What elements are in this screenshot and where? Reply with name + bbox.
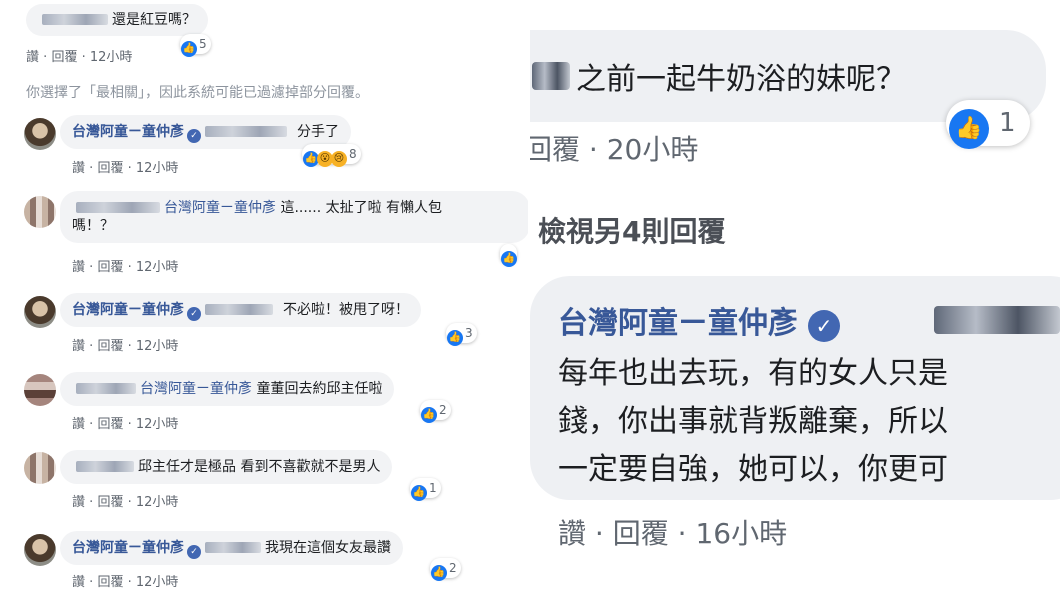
commenter-name[interactable]: 台灣阿童ㄧ童仲彥: [72, 540, 184, 556]
comment-text: 這...... 太扯了啦 有懶人包: [280, 200, 443, 216]
like-link[interactable]: 讚: [558, 517, 586, 550]
comment-bubble: 還是紅豆嗎？: [26, 4, 208, 36]
mention-link[interactable]: 台灣阿童ㄧ童仲彥: [140, 381, 252, 397]
reply-link[interactable]: 回覆: [97, 575, 123, 590]
comment-actions: 讚 · 回覆 · 12小時: [72, 417, 179, 432]
timestamp[interactable]: 12小時: [136, 161, 179, 176]
avatar[interactable]: [24, 296, 56, 328]
timestamp[interactable]: 12小時: [136, 339, 179, 354]
reply-link[interactable]: 回覆: [97, 260, 123, 275]
comment-bubble: 台灣阿童ㄧ童仲彥 ✓ 我現在這個女友最讚: [60, 531, 403, 565]
comment-thread-left: 還是紅豆嗎？ 👍 5 讚 · 回覆 · 12小時 你選擇了「最相關」，因此系統可能…: [0, 0, 530, 596]
like-link[interactable]: 讚: [72, 575, 85, 590]
reply-link[interactable]: 回覆: [97, 161, 123, 176]
verified-badge-icon: ✓: [187, 307, 201, 321]
comment-actions: 回覆 · 20小時: [530, 128, 698, 168]
comment-actions: 讚 · 回覆 · 12小時: [72, 495, 179, 510]
thumbs-up-icon: 👍: [181, 41, 197, 57]
comment-actions: 讚 · 回覆 · 12小時: [72, 260, 179, 275]
reaction-count[interactable]: 👍 3: [446, 323, 477, 346]
commenter-name[interactable]: 台灣阿童ㄧ童仲彥: [72, 302, 184, 318]
comment-text: 童董回去約邱主任啦: [256, 381, 383, 397]
comment-text: 每年也出去玩，有的女人只是: [558, 356, 948, 391]
comment-text: 嗎！？: [72, 218, 114, 234]
thumbs-up-icon: 👍: [431, 565, 447, 581]
reply-link[interactable]: 回覆: [530, 133, 580, 166]
comment-text: 邱主任才是極品 看到不喜歡就不是男人: [138, 459, 381, 475]
avatar[interactable]: [24, 118, 56, 150]
verified-badge-icon: ✓: [808, 310, 840, 342]
timestamp[interactable]: 12小時: [136, 417, 179, 432]
reaction-count[interactable]: 👍 2: [420, 400, 451, 423]
blurred-name: [205, 542, 261, 553]
thumbs-up-icon: 👍: [411, 485, 427, 501]
verified-badge-icon: ✓: [187, 129, 201, 143]
reply-link[interactable]: 回覆: [51, 50, 77, 65]
blurred-name: [76, 461, 134, 472]
comment-text: 一定要自強，她可以，你更可: [558, 452, 948, 487]
reply-link[interactable]: 回覆: [97, 339, 123, 354]
like-link[interactable]: 讚: [72, 260, 85, 275]
reaction-count[interactable]: 👍: [500, 244, 517, 267]
comment-text: 我現在這個女友最讚: [265, 540, 391, 556]
comment-actions: 讚 · 回覆 · 12小時: [72, 339, 179, 354]
reaction-count[interactable]: 👍 😮 😢 8: [302, 144, 361, 167]
blurred-name: [205, 304, 273, 315]
blurred-name: [205, 126, 287, 137]
thumbs-up-icon: 👍: [421, 407, 437, 423]
timestamp[interactable]: 12小時: [136, 495, 179, 510]
like-link[interactable]: 讚: [72, 161, 85, 176]
comment-text: 之前一起牛奶浴的妹呢？: [576, 62, 906, 97]
like-link[interactable]: 讚: [72, 417, 85, 432]
timestamp[interactable]: 12小時: [136, 575, 179, 590]
timestamp[interactable]: 20小時: [607, 133, 699, 166]
sad-face-icon: 😢: [331, 151, 347, 167]
avatar[interactable]: [24, 452, 56, 484]
filter-note: 你選擇了「最相關」，因此系統可能已過濾掉部分回覆。: [26, 85, 369, 101]
zoomed-comment-panel: 之前一起牛奶浴的妹呢？ 👍 1 回覆 · 20小時 檢視另4則回覆 台灣阿童ㄧ童仲…: [530, 0, 1060, 596]
blurred-name: [76, 383, 136, 394]
avatar[interactable]: [24, 374, 56, 406]
comment-bubble: 邱主任才是極品 看到不喜歡就不是男人: [60, 450, 393, 484]
reaction-count[interactable]: 👍 2: [430, 558, 461, 581]
mention-link[interactable]: 台灣阿童ㄧ童仲彥: [164, 200, 276, 216]
commenter-name[interactable]: 台灣阿童ㄧ童仲彥 ✓: [558, 298, 840, 342]
like-link[interactable]: 讚: [72, 495, 85, 510]
timestamp[interactable]: 12小時: [90, 50, 133, 65]
reply-link[interactable]: 回覆: [613, 517, 669, 550]
timestamp[interactable]: 16小時: [695, 517, 787, 550]
like-link[interactable]: 讚: [72, 339, 85, 354]
comment-actions: 讚 · 回覆 · 12小時: [26, 50, 133, 65]
comment-text: 錢，你出事就背叛離棄，所以: [558, 404, 948, 439]
comment-bubble: 台灣阿童ㄧ童仲彥 ✓ 不必啦！被甩了呀！: [60, 293, 421, 327]
thumbs-up-icon: 👍: [447, 330, 463, 346]
reply-link[interactable]: 回覆: [97, 495, 123, 510]
comment-bubble: 台灣阿童ㄧ童仲彥 童董回去約邱主任啦: [60, 372, 395, 406]
comment-actions: 讚 · 回覆 · 12小時: [72, 161, 179, 176]
view-more-replies-link[interactable]: 檢視另4則回覆: [538, 210, 725, 250]
reaction-count[interactable]: 👍 1: [946, 100, 1030, 149]
thumbs-up-icon: 👍: [949, 109, 989, 149]
blurred-name: [42, 14, 108, 25]
reaction-count[interactable]: 👍 1: [410, 478, 441, 501]
comment-actions: 讚 · 回覆 · 12小時: [72, 575, 179, 590]
thumbs-up-icon: 👍: [501, 251, 517, 267]
blurred-name: [76, 202, 160, 213]
verified-badge-icon: ✓: [187, 545, 201, 559]
blurred-name: [934, 306, 1060, 334]
comment-actions: 讚 · 回覆 · 16小時: [558, 517, 788, 550]
comment-text: 還是紅豆嗎？: [112, 12, 196, 28]
avatar[interactable]: [24, 196, 56, 228]
avatar[interactable]: [24, 534, 56, 566]
blurred-name: [532, 62, 570, 90]
like-link[interactable]: 讚: [26, 50, 39, 65]
timestamp[interactable]: 12小時: [136, 260, 179, 275]
reaction-count[interactable]: 👍 5: [180, 34, 211, 57]
reply-link[interactable]: 回覆: [97, 417, 123, 432]
comment-bubble: 台灣阿童ㄧ童仲彥 這...... 太扯了啦 有懶人包 嗎！？: [60, 191, 530, 243]
commenter-name[interactable]: 台灣阿童ㄧ童仲彥: [72, 124, 184, 140]
comment-text: 分手了: [297, 124, 339, 140]
comment-text: 不必啦！被甩了呀！: [283, 302, 409, 318]
